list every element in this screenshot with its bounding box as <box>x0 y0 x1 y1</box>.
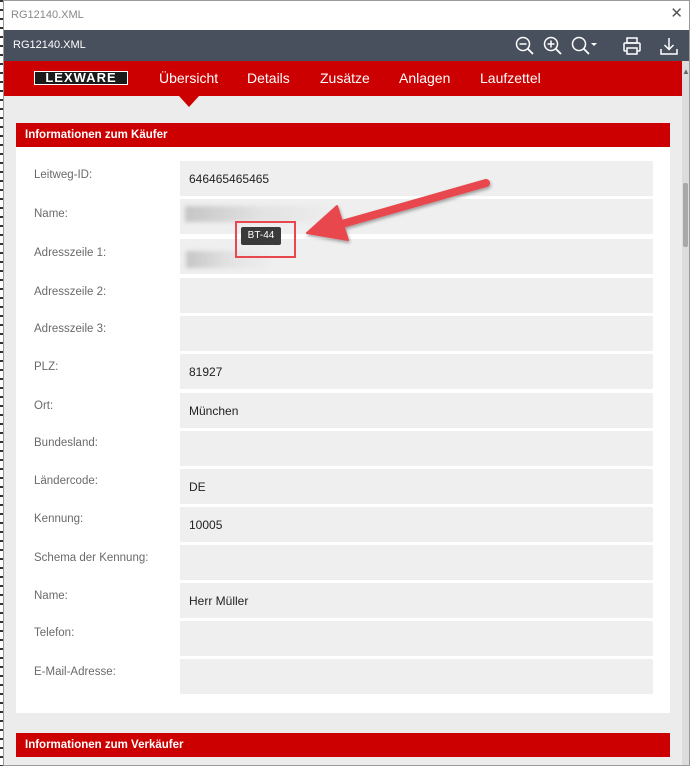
download-icon[interactable] <box>658 35 680 57</box>
print-icon[interactable] <box>621 35 643 57</box>
field-value-kennung-9: 10005 <box>189 518 223 532</box>
field-label-adresszeile-2-3: Adresszeile 2: <box>34 286 107 298</box>
field-value-box-8: DE <box>180 469 653 504</box>
vertical-scrollbar[interactable]: ▲ <box>682 61 689 765</box>
field-value-box-6: München <box>180 393 653 428</box>
tab-zusaetze[interactable]: Zusätze <box>320 70 370 86</box>
field-value-ort-6: München <box>189 404 239 418</box>
field-label-adresszeile-3-4: Adresszeile 3: <box>34 323 107 335</box>
field-label-e-mail-adresse-13: E-Mail-Adresse: <box>34 666 116 678</box>
tab-anlagen[interactable]: Anlagen <box>399 70 450 86</box>
field-value-box-3 <box>180 278 653 313</box>
field-value-box-9: 10005 <box>180 507 653 542</box>
close-icon[interactable]: ✕ <box>670 6 683 22</box>
field-label-ort-6: Ort: <box>34 400 54 412</box>
tab-uebersicht[interactable]: Übersicht <box>159 70 218 86</box>
buyer-section-header: Informationen zum Käufer <box>16 123 670 147</box>
field-label-adresszeile-1-2: Adresszeile 1: <box>34 247 107 259</box>
field-value-box-0: 646465465465 <box>180 161 653 196</box>
tab-laufzettel[interactable]: Laufzettel <box>480 70 541 86</box>
lexware-logo: LEXWARE <box>34 71 128 85</box>
field-value-laendercode-8: DE <box>189 480 206 494</box>
title-bar: RG12140.XML ✕ <box>4 1 689 30</box>
zoom-dropdown-icon[interactable] <box>570 35 598 57</box>
annotation-highlight-box <box>235 221 296 258</box>
window-title: RG12140.XML <box>11 9 84 21</box>
tab-details[interactable]: Details <box>247 70 290 86</box>
field-label-name-11: Name: <box>34 590 68 602</box>
active-tab-indicator <box>179 96 199 107</box>
field-label-laendercode-8: Ländercode: <box>34 475 98 487</box>
field-value-box-11: Herr Müller <box>180 583 653 618</box>
field-value-box-12 <box>180 621 653 656</box>
field-label-bundesland-7: Bundesland: <box>34 437 98 449</box>
seller-section-header: Informationen zum Verkäufer <box>16 733 670 757</box>
field-label-leitweg-id-0: Leitweg-ID: <box>34 169 93 181</box>
document-content: LEXWARE Übersicht Details Zusätze Anlage… <box>4 61 683 765</box>
field-value-box-5: 81927 <box>180 354 653 389</box>
zoom-out-icon[interactable] <box>514 35 536 57</box>
tab-navigation: LEXWARE Übersicht Details Zusätze Anlage… <box>4 61 683 96</box>
redacted-name <box>185 206 335 222</box>
scroll-up-icon[interactable]: ▲ <box>682 67 689 77</box>
field-value-box-13 <box>180 659 653 694</box>
field-value-plz-5: 81927 <box>189 365 223 379</box>
field-value-name-11: Herr Müller <box>189 594 249 608</box>
field-label-kennung-9: Kennung: <box>34 513 84 525</box>
field-value-box-4 <box>180 316 653 351</box>
scrollbar-thumb[interactable] <box>683 183 688 247</box>
viewer-toolbar: RG12140.XML <box>4 30 689 61</box>
field-label-schema-der-kennung-10: Schema der Kennung: <box>34 552 149 564</box>
field-label-telefon-12: Telefon: <box>34 627 75 639</box>
viewer-window: RG12140.XML ✕ RG12140.XML LEXWARE Übersi… <box>3 0 690 766</box>
field-label-name-1: Name: <box>34 208 68 220</box>
zoom-in-icon[interactable] <box>542 35 564 57</box>
field-value-leitweg-id-0: 646465465465 <box>189 172 270 186</box>
field-label-plz-5: PLZ: <box>34 361 59 373</box>
field-value-box-10 <box>180 545 653 580</box>
document-filename: RG12140.XML <box>13 39 86 51</box>
field-value-box-7 <box>180 431 653 466</box>
